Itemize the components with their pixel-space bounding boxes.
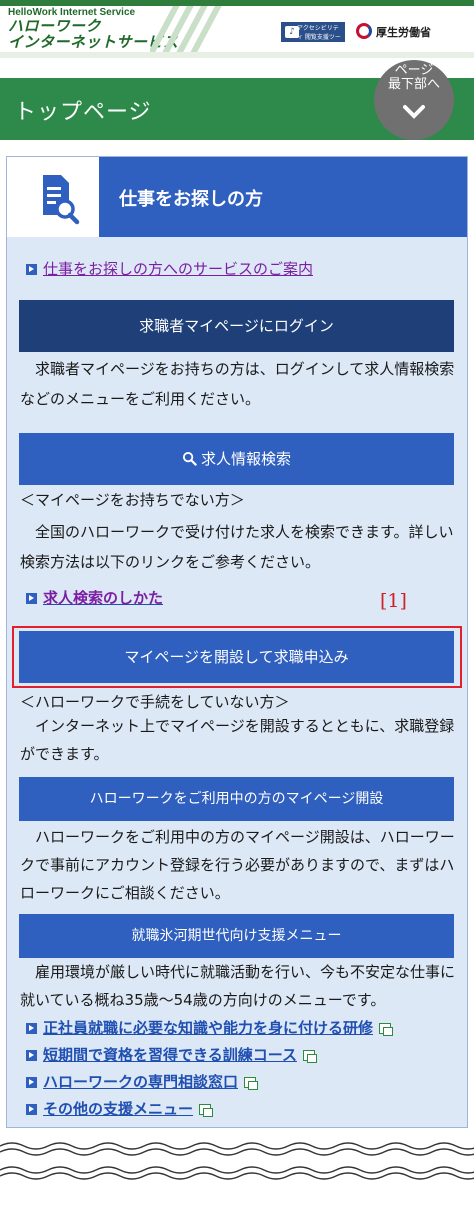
support-link-consultation[interactable]: ハローワークの専門相談窓口	[26, 1071, 259, 1092]
external-link-icon	[244, 1077, 259, 1090]
existing-user-description: ハローワークをご利用中の方のマイページ開設は、ハローワークで事前にアカウント登録…	[20, 828, 455, 902]
card-icon-box	[7, 157, 99, 237]
document-search-icon	[43, 175, 80, 225]
external-link-icon	[199, 1104, 214, 1117]
arrow-bullet-icon	[26, 593, 37, 604]
external-link-icon	[379, 1023, 394, 1036]
login-description: 求職者マイページをお持ちの方は、ログインして求人情報検索などのメニューをご利用く…	[20, 360, 455, 408]
speaker-icon: ♪	[285, 26, 299, 38]
accessibility-button[interactable]: ♪ アクセシビリティ 閲覧支援ツール	[281, 22, 345, 50]
open-mypage-apply-button[interactable]: マイページを開設して求職申込み	[19, 631, 454, 683]
service-guide-link-text: 仕事をお探しの方へのサービスのご案内	[43, 260, 314, 278]
page-title: トップページ	[14, 100, 152, 125]
accessibility-label: アクセシビリティ 閲覧支援ツール	[297, 25, 341, 50]
existing-user-mypage-button[interactable]: ハローワークをご利用中の方のマイページ開設	[19, 777, 454, 821]
support-link-text: 正社員就職に必要な知識や能力を身に付ける研修	[43, 1019, 374, 1037]
card-header: 仕事をお探しの方	[7, 157, 467, 237]
arrow-bullet-icon	[26, 1104, 37, 1115]
ministry-name: 厚生労働省	[376, 26, 431, 39]
support-link-text: その他の支援メニュー	[43, 1100, 194, 1118]
wave-divider	[0, 1166, 474, 1180]
logo-decoration	[150, 6, 230, 52]
job-search-button-label: 求人情報検索	[200, 450, 291, 468]
support-link-text: 短期間で資格を習得できる訓練コース	[43, 1046, 297, 1064]
search-description: 全国のハローワークで受け付けた求人を検索できます。詳しい検索方法は以下のリンクを…	[20, 523, 454, 571]
external-link-icon	[302, 1050, 317, 1063]
ice-age-description: 雇用環境が厳しい時代に就職活動を行い、今も不安定な仕事に就いている概ね35歳～5…	[20, 963, 456, 1009]
register-description: インターネット上でマイページを開設するとともに、求職登録ができます。	[20, 717, 455, 763]
no-mypage-note: ＜マイページをお持ちでない方＞	[20, 491, 245, 509]
mypage-login-button[interactable]: 求職者マイページにログイン	[19, 300, 454, 352]
scroll-to-bottom-button[interactable]: ページ 最下部へ	[374, 60, 454, 140]
to-bottom-line-1: ページ	[394, 63, 434, 78]
ministry-emblem-icon	[356, 23, 372, 39]
search-howto-link-text: 求人検索のしかた	[43, 589, 164, 607]
arrow-bullet-icon	[26, 1023, 37, 1034]
chevron-down-icon	[403, 105, 425, 119]
search-howto-link[interactable]: 求人検索のしかた	[26, 587, 163, 608]
card-title: 仕事をお探しの方	[119, 189, 263, 210]
support-link-course[interactable]: 短期間で資格を習得できる訓練コース	[26, 1044, 317, 1065]
to-bottom-line-2: 最下部へ	[387, 77, 440, 92]
ice-age-support-button[interactable]: 就職氷河期世代向け支援メニュー	[19, 914, 454, 958]
support-link-training[interactable]: 正社員就職に必要な知識や能力を身に付ける研修	[26, 1017, 394, 1038]
search-icon	[182, 451, 197, 466]
wave-divider	[0, 1142, 474, 1156]
support-link-other[interactable]: その他の支援メニュー	[26, 1098, 214, 1119]
ministry-logo-link[interactable]: 厚生労働省	[356, 20, 466, 44]
header-divider	[0, 52, 474, 58]
arrow-bullet-icon	[26, 1077, 37, 1088]
site-header: HelloWork Internet Service ハローワーク インターネッ…	[0, 6, 474, 52]
support-link-text: ハローワークの専門相談窓口	[43, 1073, 239, 1091]
annotation-marker: [1]	[380, 590, 407, 612]
arrow-bullet-icon	[26, 264, 37, 275]
service-guide-link[interactable]: 仕事をお探しの方へのサービスのご案内	[26, 258, 313, 279]
arrow-bullet-icon	[26, 1050, 37, 1061]
job-search-button[interactable]: 求人情報検索	[19, 433, 454, 485]
